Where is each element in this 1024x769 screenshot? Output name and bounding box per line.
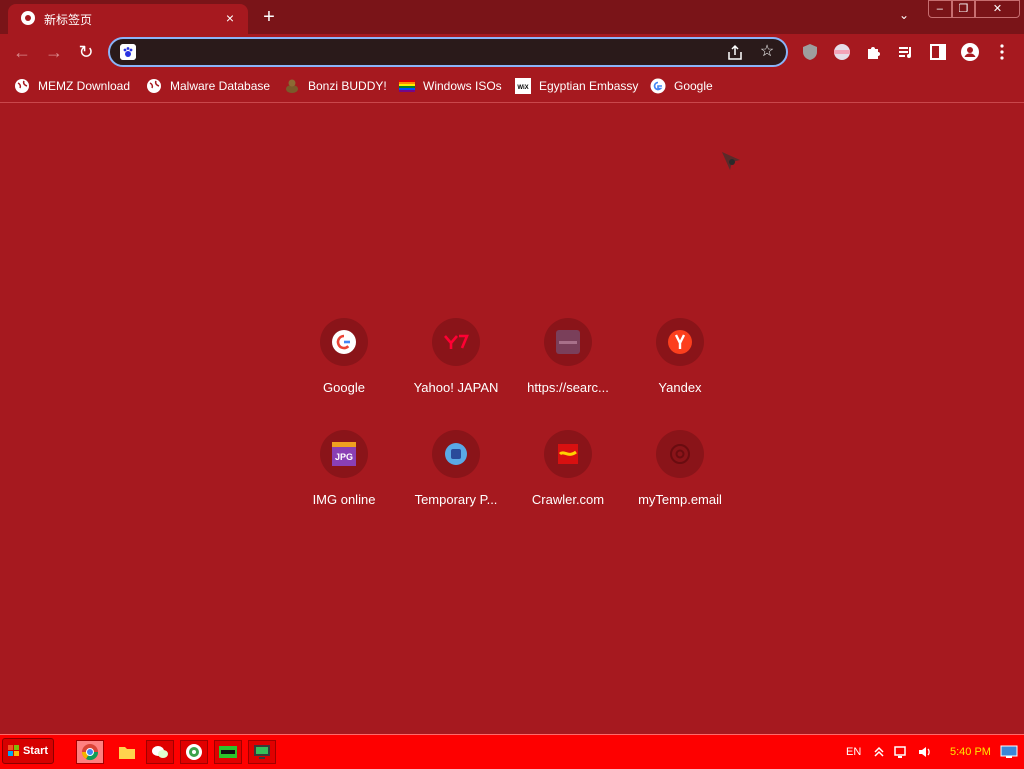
bookmark-bonzi-buddy[interactable]: Bonzi BUDDY! bbox=[284, 76, 387, 96]
chrome-icon bbox=[81, 744, 99, 761]
reload-button[interactable]: ↻ bbox=[76, 42, 96, 62]
folder-icon bbox=[119, 747, 135, 759]
svg-text:WiX: WiX bbox=[517, 85, 528, 91]
google-icon bbox=[332, 330, 356, 354]
at-sign-icon bbox=[670, 444, 690, 464]
crawler-icon bbox=[558, 444, 578, 464]
shortcut-label: myTemp.email bbox=[638, 492, 722, 507]
tab-close-button[interactable]: × bbox=[222, 10, 238, 26]
bookmark-label: MEMZ Download bbox=[38, 79, 131, 93]
media-control-icon[interactable] bbox=[896, 42, 916, 62]
menu-kebab-icon[interactable] bbox=[992, 42, 1012, 62]
shortcut-img-online[interactable]: JPG IMG online bbox=[296, 430, 392, 530]
share-icon[interactable] bbox=[726, 44, 744, 62]
rainbow-flag-icon bbox=[399, 80, 415, 92]
maximize-button[interactable]: ❐ bbox=[951, 0, 975, 18]
window-controls: – ❐ ✕ bbox=[928, 0, 1020, 18]
taskbar: Start EN 5:40 PM bbox=[0, 734, 1024, 769]
taskbar-chrome-button[interactable] bbox=[76, 740, 104, 764]
svg-text:JPG: JPG bbox=[335, 452, 353, 462]
quickly-icon bbox=[556, 330, 580, 354]
bookmark-label: Egyptian Embassy bbox=[539, 79, 639, 93]
taskbar-wechat-button[interactable] bbox=[146, 740, 174, 764]
browser-toolbar: ← → ↻ ☆ bbox=[0, 34, 1024, 70]
tab-strip: 新标签页 × + ⌄ – ❐ ✕ bbox=[0, 0, 1024, 34]
shortcut-search[interactable]: https://searc... bbox=[520, 318, 616, 418]
jpg-icon: JPG bbox=[332, 442, 356, 466]
tab-new-tab[interactable]: 新标签页 × bbox=[8, 4, 248, 34]
extensions-puzzle-icon[interactable] bbox=[864, 42, 884, 62]
volume-icon[interactable] bbox=[917, 744, 933, 760]
chrome-globe-icon bbox=[21, 11, 35, 25]
taskbar-app-button[interactable] bbox=[214, 740, 242, 764]
bookmark-label: Malware Database bbox=[170, 79, 271, 93]
bookmark-egyptian-embassy[interactable]: WiX Egyptian Embassy bbox=[515, 76, 638, 96]
ublock-shield-icon[interactable] bbox=[800, 42, 820, 62]
yandex-icon bbox=[668, 330, 692, 354]
windows-logo-icon bbox=[7, 745, 19, 756]
shortcut-crawler[interactable]: Crawler.com bbox=[520, 430, 616, 530]
bonzi-icon bbox=[286, 79, 298, 93]
shortcut-label: Yahoo! JAPAN bbox=[413, 380, 499, 395]
address-input[interactable] bbox=[142, 42, 706, 64]
side-panel-icon[interactable] bbox=[928, 42, 948, 62]
new-tab-button[interactable]: + bbox=[258, 6, 280, 28]
shortcut-yandex[interactable]: Yandex bbox=[632, 318, 728, 418]
forward-button[interactable]: → bbox=[44, 42, 64, 62]
bookmark-malware-database[interactable]: Malware Database bbox=[146, 76, 270, 96]
chevron-up-icon[interactable] bbox=[874, 746, 884, 758]
bookmark-star-icon[interactable]: ☆ bbox=[758, 43, 776, 61]
bookmark-label: Bonzi BUDDY! bbox=[308, 79, 387, 93]
bookmarks-bar: MEMZ Download Malware Database Bonzi BUD… bbox=[0, 70, 1024, 103]
browser-globe-icon bbox=[186, 744, 202, 760]
baidu-paw-icon bbox=[120, 44, 136, 60]
bookmark-memz-download[interactable]: MEMZ Download bbox=[14, 76, 130, 96]
minimize-button[interactable]: – bbox=[928, 0, 952, 18]
show-desktop-icon[interactable] bbox=[1000, 745, 1018, 759]
bookmark-label: Google bbox=[674, 79, 713, 93]
globe-icon bbox=[15, 79, 29, 93]
shortcut-mytemp-email[interactable]: myTemp.email bbox=[632, 430, 728, 530]
google-icon bbox=[650, 78, 666, 94]
cursor-artifact-icon bbox=[722, 152, 740, 170]
wechat-icon bbox=[152, 746, 168, 758]
bookmark-windows-isos[interactable]: Windows ISOs bbox=[399, 76, 502, 96]
taskbar-folder-button[interactable] bbox=[114, 740, 142, 764]
taskbar-browser-button[interactable] bbox=[180, 740, 208, 764]
start-label: Start bbox=[22, 745, 49, 757]
language-indicator[interactable]: EN bbox=[846, 735, 861, 769]
profile-avatar-icon[interactable] bbox=[960, 42, 980, 62]
wix-icon: WiX bbox=[515, 78, 531, 94]
close-window-button[interactable]: ✕ bbox=[975, 0, 1020, 18]
tab-title: 新标签页 bbox=[44, 13, 93, 27]
shortcut-google[interactable]: Google bbox=[296, 318, 392, 418]
taskbar-monitor-button[interactable] bbox=[248, 740, 276, 764]
bookmark-label: Windows ISOs bbox=[423, 79, 502, 93]
globe-icon bbox=[147, 79, 161, 93]
yahoo-japan-icon bbox=[444, 334, 469, 349]
shortcut-label: IMG online bbox=[312, 492, 376, 507]
monitor-icon bbox=[254, 745, 270, 759]
shortcut-label: Google bbox=[323, 380, 365, 395]
back-button[interactable]: ← bbox=[12, 42, 32, 62]
address-bar[interactable]: ☆ bbox=[108, 37, 788, 67]
shortcut-label: Crawler.com bbox=[531, 492, 605, 507]
shortcut-label: Temporary P... bbox=[414, 492, 498, 507]
shortcut-temporary-p[interactable]: Temporary P... bbox=[408, 430, 504, 530]
shortcut-yahoo-japan[interactable]: Yahoo! JAPAN bbox=[408, 318, 504, 418]
clock[interactable]: 5:40 PM bbox=[950, 735, 991, 769]
green-app-icon bbox=[219, 746, 237, 758]
start-button[interactable]: Start bbox=[2, 738, 54, 764]
shortcut-label: https://searc... bbox=[527, 380, 609, 395]
shortcut-label: Yandex bbox=[658, 380, 702, 395]
network-icon[interactable] bbox=[893, 744, 909, 760]
extension-circle-icon[interactable] bbox=[832, 42, 852, 62]
tab-search-button[interactable]: ⌄ bbox=[894, 8, 914, 26]
temp-phone-icon bbox=[445, 443, 467, 465]
bookmark-google[interactable]: Google bbox=[650, 76, 713, 96]
